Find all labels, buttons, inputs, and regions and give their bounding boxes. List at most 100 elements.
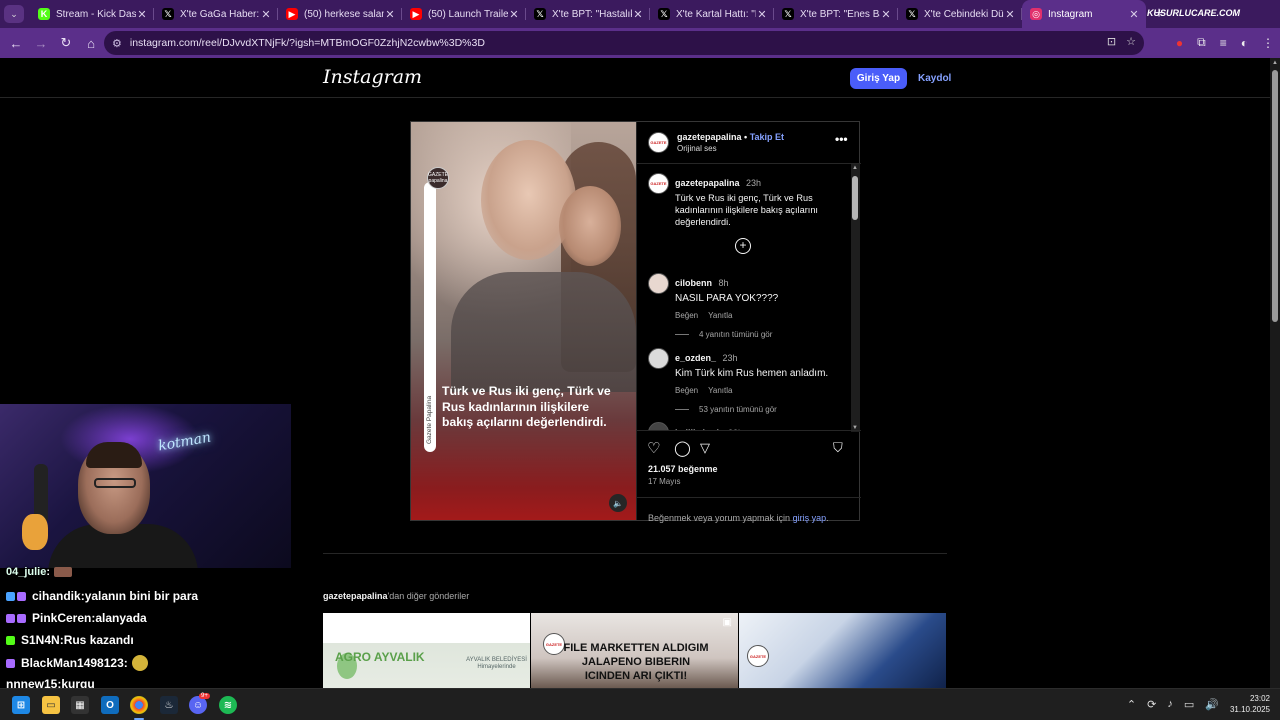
comment-reply-link[interactable]: Yanıtla [708,311,732,320]
comments-scrollbar[interactable]: ▲ ▼ [851,164,860,432]
instagram-logo[interactable]: Instagram [323,66,422,88]
more-post-thumbnail[interactable]: GAZETE [739,613,946,688]
browser-tab[interactable]: ◎ Instagram ✕ [1022,0,1146,28]
system-clock[interactable]: 23:02 31.10.2025 [1230,693,1270,715]
file-explorer-icon[interactable]: ▭ [42,696,60,714]
signup-link[interactable]: Kaydol [918,73,951,84]
streamer-webcam: kotman [0,404,291,568]
extensions-puzzle-icon[interactable]: ⧉ [1197,35,1206,50]
comment-like-link[interactable]: Beğen [675,311,698,320]
install-app-icon[interactable]: ⊡ [1107,35,1116,48]
tab-close-icon[interactable]: ✕ [508,8,520,21]
comment-username[interactable]: e_ozden_ [675,353,716,363]
load-more-comments-icon[interactable]: + [735,238,751,254]
share-send-icon[interactable]: ▽ [700,440,710,456]
x-icon: 𝕏 [782,8,794,20]
tab-close-icon[interactable]: ✕ [756,8,768,21]
address-bar[interactable]: ⚙ instagram.com/reel/DJvvdXTNjFk/?igsh=M… [104,31,1144,55]
login-prompt: Beğenmek veya yorum yapmak için giriş ya… [637,497,861,523]
more-post-thumbnail[interactable]: GAZETE ▣ FILE MARKETTEN ALDIGIM JALAPENO… [531,613,738,688]
browser-tab[interactable]: K Stream - Kick Dashbo✕ [30,0,154,28]
youtube-icon: ▶ [286,8,298,20]
site-info-icon[interactable]: ⚙ [112,37,122,50]
chrome-icon[interactable] [130,696,148,714]
tab-title: (50) herkese salam 3 [304,8,384,20]
profile-avatar[interactable]: ◐ [1241,36,1248,50]
comment-reply-link[interactable]: Yanıtla [708,386,732,395]
clock-time: 23:02 [1249,694,1270,703]
tab-close-icon[interactable]: ✕ [260,8,272,21]
bookmark-star-icon[interactable]: ☆ [1126,35,1136,48]
reload-button[interactable]: ↻ [54,35,78,51]
chat-message: cihandik : yalanın bini bir para [6,589,198,603]
view-replies-text[interactable]: 4 yanıtın tümünü gör [699,330,772,339]
comment-avatar[interactable] [648,273,669,294]
start-menu-icon[interactable]: ⊞ [12,696,30,714]
audio-label[interactable]: Orijinal ses [677,144,717,153]
save-bookmark-icon[interactable]: ⛉ [833,440,843,456]
tray-overflow-icon[interactable]: ⌃ [1127,698,1136,711]
browser-tab[interactable]: ▶ (50) herkese salam 3✕ [278,0,402,28]
outlook-icon[interactable]: O [101,696,119,714]
browser-menu-icon[interactable]: ⋮ [1262,36,1274,50]
steam-icon[interactable]: ♨ [160,696,178,714]
like-heart-icon[interactable]: ♡ [647,439,660,457]
tab-close-icon[interactable]: ✕ [384,8,396,21]
view-replies-text[interactable]: 53 yanıtın tümünü gör [699,405,777,414]
login-button[interactable]: Giriş Yap [850,68,907,89]
tab-close-icon[interactable]: ✕ [1004,8,1016,21]
extension-opera-icon[interactable]: ● [1176,36,1183,50]
like-count[interactable]: 21.057 beğenme [648,464,718,474]
author-username[interactable]: gazetepapalina [677,132,742,142]
more-options-icon[interactable]: ••• [835,132,848,146]
tab-search-button[interactable]: ⌄ [4,5,24,23]
tray-sync-icon[interactable]: ⟳ [1147,698,1156,711]
comment-avatar[interactable] [648,422,669,430]
comment-avatar[interactable] [648,348,669,369]
youtube-icon: ▶ [410,8,422,20]
login-prompt-link[interactable]: giriş yap [793,513,827,523]
system-tray: ⌃ ⟳ ♪ ▭ 🔊 23:02 31.10.2025 [1127,693,1270,715]
view-replies-link[interactable]: 53 yanıtın tümünü gör [675,405,845,414]
media-control-icon[interactable]: ≡ [1220,36,1227,50]
back-button[interactable]: ← [4,36,28,51]
chat-text: yalanın bini bir para [84,589,199,603]
more-posts-username[interactable]: gazetepapalina [323,591,388,601]
browser-tab[interactable]: 𝕏 X'te Kartal Hattı: "Bir✕ [650,0,774,28]
tab-close-icon[interactable]: ✕ [1128,8,1140,21]
caption-username[interactable]: gazetepapalina [675,178,740,188]
post-sidebar: GAZETE gazetepapalina • Takip Et Orijina… [636,122,861,523]
store-icon[interactable]: ▦ [71,696,89,714]
chat-message: S1N4N : Rus kazandı [6,633,134,647]
comment-bubble-icon[interactable]: ◯ [674,439,691,457]
glasses [94,478,136,488]
browser-tab[interactable]: 𝕏 X'te GaGa Haber: "Te✕ [154,0,278,28]
microphone-icon[interactable]: ♪ [1167,698,1173,710]
video-face-right [559,186,621,266]
forward-button[interactable]: → [29,36,53,51]
browser-tab[interactable]: 𝕏 X'te BPT: "Enes Batu✕ [774,0,898,28]
more-post-thumbnail[interactable]: AGRO AYVALIK AYVALIK BELEDİYESİ Himayele… [323,613,530,688]
author-avatar[interactable]: GAZETE [648,132,669,153]
spotify-icon[interactable]: ≋ [219,696,237,714]
tab-close-icon[interactable]: ✕ [632,8,644,21]
more-posts-suffix: 'dan diğer gönderiler [387,591,470,601]
comment-username[interactable]: cilobenn [675,278,712,288]
browser-tab[interactable]: 𝕏 X'te BPT: "Hastalık ta✕ [526,0,650,28]
network-icon[interactable]: ▭ [1184,698,1194,711]
page-scrollbar[interactable]: ▲ [1270,58,1280,688]
browser-tab[interactable]: 𝕏 X'te Cebindeki Dünya✕ [898,0,1022,28]
comment-like-link[interactable]: Beğen [675,386,698,395]
view-replies-link[interactable]: 4 yanıtın tümünü gör [675,330,845,339]
url-text[interactable]: instagram.com/reel/DJvvdXTNjFk/?igsh=MTB… [130,37,485,49]
caption-avatar[interactable]: GAZETE [648,173,669,194]
reel-video[interactable]: GAZETE papalina Gazete Papalina Türk ve … [411,122,636,520]
tab-close-icon[interactable]: ✕ [136,8,148,21]
follow-button[interactable]: Takip Et [750,132,784,142]
home-button[interactable]: ⌂ [79,36,103,51]
tab-title: X'te BPT: "Hastalık ta [552,8,632,20]
browser-tab[interactable]: ▶ (50) Launch Trailer | A✕ [402,0,526,28]
volume-icon[interactable]: 🔊 [1205,698,1219,711]
volume-button[interactable]: 🔈 [609,494,627,512]
tab-close-icon[interactable]: ✕ [880,8,892,21]
